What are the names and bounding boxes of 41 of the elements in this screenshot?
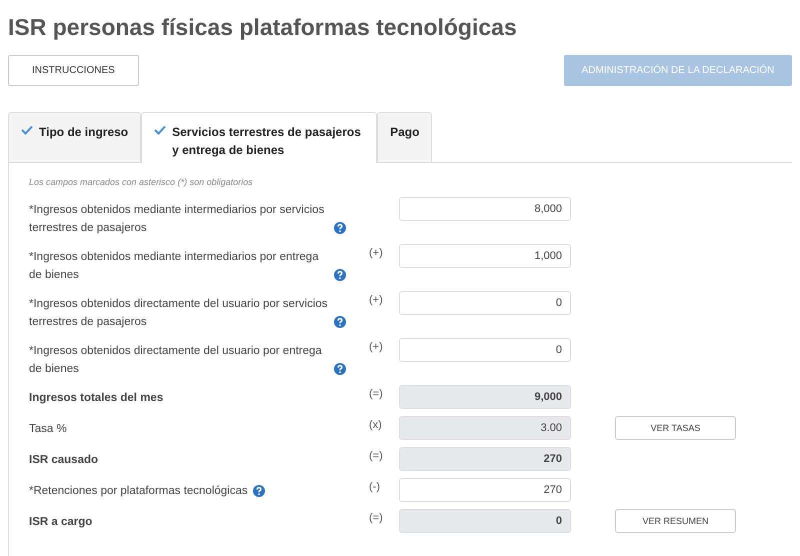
input-field[interactable]: 1,000 (399, 244, 571, 268)
operator-sign: (+) (369, 247, 383, 259)
field-label: *Ingresos obtenidos directamente del usuario por entrega de bienes (29, 344, 323, 377)
field-label: ISR causado (29, 453, 98, 468)
summary-button[interactable]: VER RESUMEN (615, 509, 736, 533)
readonly-field: 0 (399, 509, 571, 533)
operator-sign: (x) (369, 419, 382, 431)
input-field[interactable]: 0 (399, 291, 571, 315)
required-note: Los campos marcados con asterisco (*) son obligatorios (29, 177, 254, 187)
tab[interactable]: Tipo de ingreso (8, 112, 142, 162)
help-icon[interactable] (252, 485, 265, 497)
field-label: ISR a cargo (29, 515, 92, 530)
operator-sign: (=) (369, 388, 383, 400)
field-label: *Ingresos obtenidos mediante intermediarios por servicios terrestres de pasajeros (29, 203, 326, 236)
operator-sign: (+) (369, 294, 383, 306)
tab[interactable]: Servicios terrestres de pasajeros y entrega de bienes (141, 112, 378, 163)
help-icon[interactable] (334, 222, 346, 234)
help-icon[interactable] (334, 363, 346, 375)
tab[interactable]: Pago (377, 112, 432, 162)
operator-sign: (-) (369, 481, 380, 493)
operator-sign: (=) (369, 512, 383, 524)
input-field[interactable]: 270 (399, 478, 571, 502)
field-label: *Ingresos obtenidos mediante intermediarios por entrega de bienes (29, 250, 320, 283)
input-field[interactable]: 0 (399, 338, 571, 362)
help-icon[interactable] (334, 269, 346, 281)
readonly-field: 9,000 (399, 385, 571, 409)
operator-sign: (+) (369, 341, 383, 353)
rates-button[interactable]: VER TASAS (615, 416, 736, 440)
readonly-field: 3.00 (399, 416, 571, 440)
field-label: *Ingresos obtenidos directamente del usuario por servicios terrestres de pasajeros (29, 297, 329, 330)
field-label: Ingresos totales del mes (29, 391, 164, 406)
check-icon (154, 125, 166, 135)
page-title: ISR personas físicas plataformas tecnológicas (8, 14, 518, 41)
readonly-field: 270 (399, 447, 571, 471)
field-label: Tasa % (29, 422, 67, 437)
check-icon (21, 125, 33, 135)
instructions-button[interactable]: INSTRUCCIONES (8, 55, 139, 86)
field-label: *Retenciones por plataformas tecnológicas (29, 484, 248, 499)
help-icon[interactable] (334, 316, 346, 328)
operator-sign: (=) (369, 450, 383, 462)
input-field[interactable]: 8,000 (399, 197, 571, 221)
